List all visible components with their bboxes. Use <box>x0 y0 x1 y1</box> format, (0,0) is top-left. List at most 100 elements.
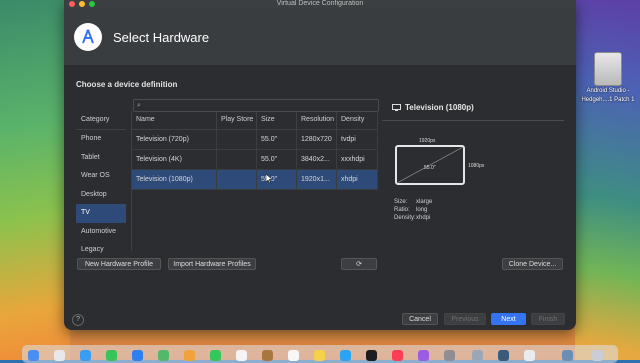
refresh-icon: ⟳ <box>356 261 362 268</box>
preview-diagonal-label: 55.0" <box>424 165 436 171</box>
window-title: Virtual Device Configuration <box>276 0 364 7</box>
launchpad-icon[interactable] <box>54 350 65 361</box>
wallpaper-left <box>0 0 70 360</box>
finder-icon[interactable] <box>28 350 39 361</box>
mouse-cursor-icon <box>266 174 272 183</box>
row-size: 55.0" <box>257 150 297 169</box>
messages-icon[interactable] <box>106 350 117 361</box>
category-phone[interactable]: Phone <box>76 130 126 149</box>
column-play-store[interactable]: Play Store <box>217 111 257 129</box>
row-name: Television (4K) <box>132 150 217 169</box>
header-title: Select Hardware <box>113 29 210 45</box>
category-list: Category Phone Tablet Wear OS Desktop TV… <box>76 111 126 253</box>
system-settings-icon[interactable] <box>444 350 455 361</box>
next-button[interactable]: Next <box>491 313 526 325</box>
reminders-icon[interactable] <box>288 350 299 361</box>
table-header: Name Play Store Size Resolution Density <box>132 111 378 130</box>
clone-device-button[interactable]: Clone Device... <box>502 258 563 270</box>
preview-app-icon[interactable] <box>472 350 483 361</box>
table-row[interactable]: Television (720p) 55.0" 1280x720 tvdpi <box>132 130 378 150</box>
android-studio-icon[interactable] <box>524 350 535 361</box>
app-store-icon[interactable] <box>498 350 509 361</box>
table-row-selected[interactable]: Television (1080p) 55.0" 1920x1... xhdpi <box>132 170 378 190</box>
category-tablet[interactable]: Tablet <box>76 149 126 168</box>
help-button[interactable]: ? <box>72 314 84 326</box>
spec-value: long <box>416 207 428 213</box>
category-legacy[interactable]: Legacy <box>76 241 126 260</box>
new-hardware-profile-button[interactable]: New Hardware Profile <box>77 258 161 270</box>
row-density: xxxhdpi <box>337 150 378 169</box>
column-name[interactable]: Name <box>132 111 217 129</box>
row-play-store <box>217 170 257 189</box>
spec-key: Ratio: <box>394 207 410 213</box>
music-icon[interactable] <box>392 350 403 361</box>
desktop-drive-icon[interactable]: Android Studio - Hedgeh....1 Patch 1 <box>578 52 638 104</box>
import-hardware-profiles-button[interactable]: Import Hardware Profiles <box>168 258 256 270</box>
cancel-button[interactable]: Cancel <box>402 313 438 325</box>
category-wear-os[interactable]: Wear OS <box>76 167 126 186</box>
device-table: Name Play Store Size Resolution Density … <box>131 111 378 251</box>
row-density: xhdpi <box>337 170 378 189</box>
calendar-icon[interactable] <box>236 350 247 361</box>
refresh-button[interactable]: ⟳ <box>341 258 377 270</box>
drive-icon <box>594 52 622 86</box>
finish-button[interactable]: Finish <box>531 313 565 325</box>
traffic-lights <box>69 1 95 7</box>
trash-icon[interactable] <box>592 350 603 361</box>
category-header: Category <box>76 111 126 130</box>
column-density[interactable]: Density <box>337 111 378 129</box>
close-window-button[interactable] <box>69 1 75 7</box>
spec-value: xhdpi <box>416 215 431 221</box>
podcasts-icon[interactable] <box>418 350 429 361</box>
tv-app-icon[interactable] <box>366 350 377 361</box>
preview-title: Television (1080p) <box>405 103 474 112</box>
preview-height-label: 1080px <box>468 163 485 169</box>
row-size: 55.0" <box>257 170 297 189</box>
preview-width-label: 1920px <box>419 138 436 144</box>
section-title: Choose a device definition <box>76 80 178 89</box>
row-resolution: 1920x1... <box>297 170 337 189</box>
window-titlebar: Virtual Device Configuration <box>64 0 576 9</box>
dock <box>22 345 618 363</box>
preview-specs: Size: xlarge Ratio: long Density:xhdpi <box>394 198 432 222</box>
photos-icon[interactable] <box>184 350 195 361</box>
row-play-store <box>217 130 257 149</box>
freeform-icon[interactable] <box>340 350 351 361</box>
column-size[interactable]: Size <box>257 111 297 129</box>
row-resolution: 3840x2... <box>297 150 337 169</box>
dialog-header: Select Hardware <box>64 9 576 65</box>
row-density: tvdpi <box>337 130 378 149</box>
mail-icon[interactable] <box>132 350 143 361</box>
table-row[interactable]: Television (4K) 55.0" 3840x2... xxxhdpi <box>132 150 378 170</box>
spec-key: Density: <box>394 215 416 221</box>
category-desktop[interactable]: Desktop <box>76 186 126 205</box>
row-name: Television (1080p) <box>132 170 217 189</box>
facetime-icon[interactable] <box>210 350 221 361</box>
preview-divider <box>382 120 564 121</box>
search-icon: ⌕ <box>137 102 141 109</box>
downloads-icon[interactable] <box>562 350 573 361</box>
virtual-device-window: Virtual Device Configuration Select Hard… <box>64 0 576 330</box>
safari-icon[interactable] <box>80 350 91 361</box>
spec-key: Size: <box>394 199 408 205</box>
device-screen-preview: 55.0" <box>395 145 465 185</box>
row-resolution: 1280x720 <box>297 130 337 149</box>
contacts-icon[interactable] <box>262 350 273 361</box>
drive-label-line1: Android Studio - <box>586 88 630 94</box>
maps-icon[interactable] <box>158 350 169 361</box>
drive-label-line2: Hedgeh....1 Patch 1 <box>581 97 635 103</box>
minimize-window-button[interactable] <box>79 1 85 7</box>
column-resolution[interactable]: Resolution <box>297 111 337 129</box>
row-name: Television (720p) <box>132 130 217 149</box>
zoom-window-button[interactable] <box>89 1 95 7</box>
previous-button[interactable]: Previous <box>444 313 486 325</box>
spec-density: Density:xhdpi <box>394 214 432 222</box>
spec-value: xlarge <box>416 199 433 205</box>
row-size: 55.0" <box>257 130 297 149</box>
row-play-store <box>217 150 257 169</box>
category-automotive[interactable]: Automotive <box>76 223 126 242</box>
notes-icon[interactable] <box>314 350 325 361</box>
spec-size: Size: xlarge <box>394 198 432 206</box>
tv-icon <box>392 104 401 111</box>
category-tv[interactable]: TV <box>76 204 126 223</box>
